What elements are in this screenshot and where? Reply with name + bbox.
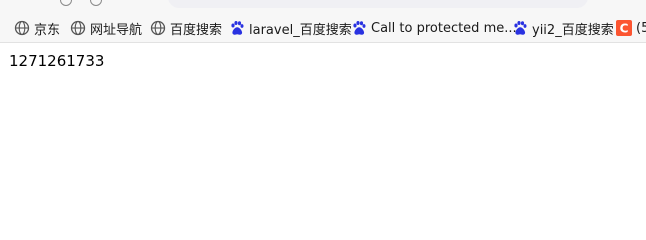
bookmark-label: 京东 [34, 22, 61, 38]
bookmark-label: Call to protected me... [371, 20, 517, 36]
bookmark-label: (5 [636, 20, 646, 36]
back-button-remnant[interactable] [60, 0, 72, 6]
globe-icon [14, 20, 30, 36]
bookmark-baidu-search[interactable]: 百度搜索 [150, 18, 222, 38]
address-bar-remnant[interactable] [168, 0, 588, 8]
bookmark-call-protected[interactable]: Call to protected me... [351, 18, 517, 38]
globe-icon [150, 20, 166, 36]
page-output-text: 1271261733 [9, 52, 105, 70]
baidu-paw-icon [512, 20, 528, 36]
bookmark-yii2-baidu[interactable]: yii2_百度搜索 [512, 18, 614, 38]
bookmark-label: 百度搜索 [170, 22, 223, 38]
baidu-paw-icon [229, 20, 245, 36]
csdn-c-icon: C [616, 20, 632, 36]
baidu-paw-icon [351, 20, 367, 36]
browser-window: 京东 网址导航 百度搜索 laravel_百度搜索 Call to protec [0, 0, 646, 220]
bookmark-label: 网址导航 [90, 22, 143, 38]
page-content: 1271261733 [0, 43, 646, 220]
bookmark-url-nav[interactable]: 网址导航 [70, 18, 142, 38]
bookmark-jd[interactable]: 京东 [14, 18, 60, 38]
bookmark-csdn[interactable]: C (5 [616, 18, 646, 38]
bookmark-label: laravel_百度搜索 [249, 22, 352, 38]
svg-text:C: C [620, 22, 629, 36]
reload-button-remnant[interactable] [90, 0, 102, 6]
bookmarks-bar: 京东 网址导航 百度搜索 laravel_百度搜索 Call to protec [0, 12, 646, 43]
bookmark-label: yii2_百度搜索 [532, 22, 614, 38]
bookmark-laravel-baidu[interactable]: laravel_百度搜索 [229, 18, 352, 38]
toolbar-remnant [0, 0, 646, 12]
globe-icon [70, 20, 86, 36]
